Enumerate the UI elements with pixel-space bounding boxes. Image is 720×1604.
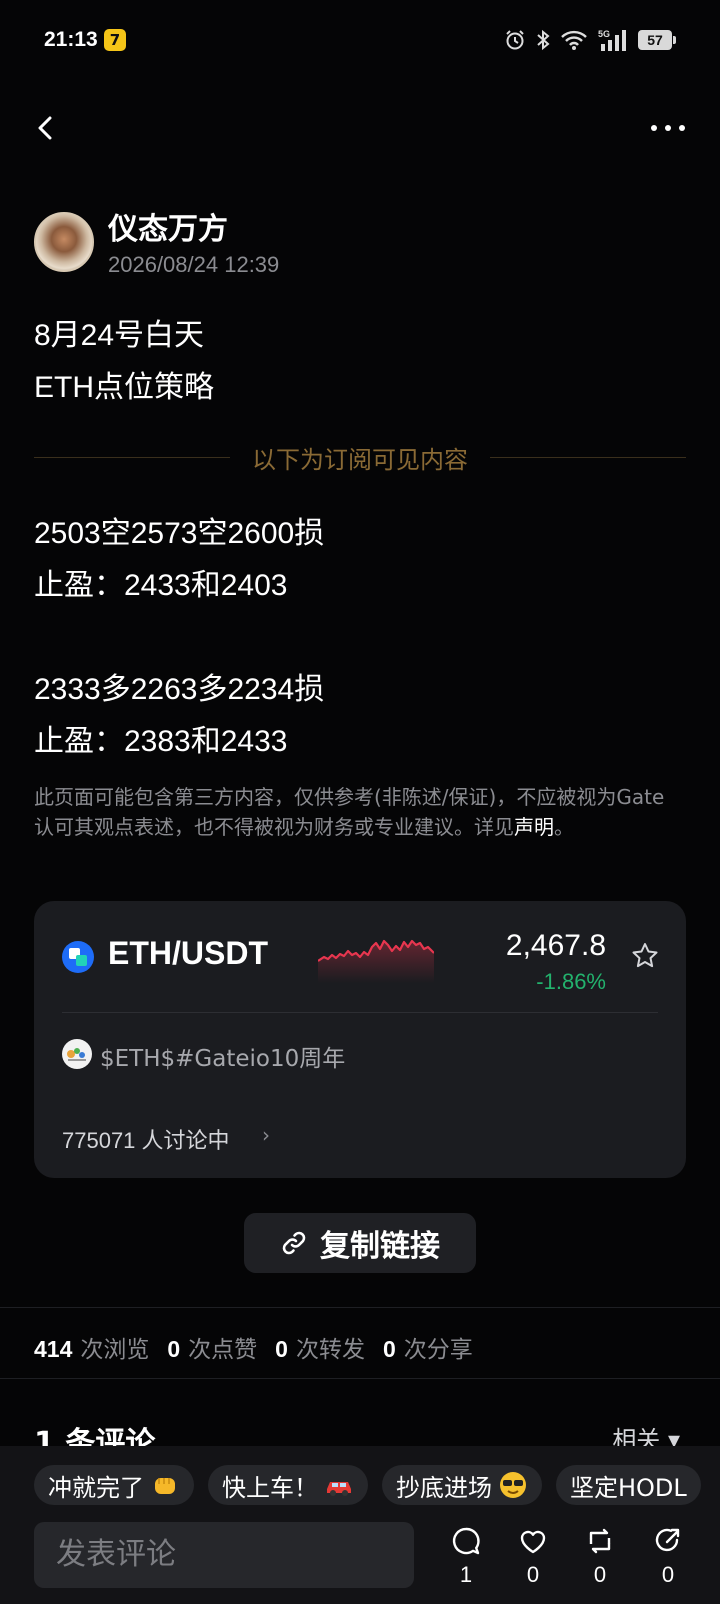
repost-count-action: 0: [593, 1562, 607, 1587]
like-count: 0: [167, 1336, 181, 1362]
quick-reply-chips: 冲就完了 快上车！ 抄底进场 坚定HODL: [34, 1465, 701, 1505]
like-action[interactable]: 0: [513, 1526, 553, 1588]
trading-pair[interactable]: ETH/USDT: [108, 935, 268, 972]
repost-action[interactable]: 0: [580, 1526, 620, 1588]
divider-line: [34, 456, 230, 458]
share-action[interactable]: 0: [648, 1526, 688, 1588]
disclaimer-end: 。: [554, 815, 574, 839]
share-label: 次分享: [403, 1336, 473, 1362]
post-title: 8月24号白天 ETH点位策略: [34, 310, 214, 414]
more-options-button[interactable]: [648, 108, 688, 148]
market-card[interactable]: ETH/USDT 2,467.8 -1.86% $ETH$#Gateio10周年…: [34, 901, 686, 1178]
discussion-count[interactable]: 775071 人讨论中: [62, 1123, 230, 1155]
status-bar: 21:13 7 5G 57: [0, 0, 720, 80]
comment-bubble-icon: [452, 1527, 480, 1555]
section-separator: [0, 1378, 720, 1379]
quick-reply-chip[interactable]: 坚定HODL: [556, 1465, 701, 1505]
wifi-icon: [561, 30, 587, 50]
disclaimer: 此页面可能包含第三方内容，仅供参考(非陈述/保证)，不应被视为Gate认可其观点…: [34, 782, 684, 842]
author-name[interactable]: 仪态万方: [108, 204, 228, 248]
pair-change: -1.86%: [536, 969, 606, 994]
like-label: 次点赞: [188, 1336, 258, 1362]
gate-coin-icon: [62, 941, 94, 973]
chevron-left-icon: [38, 116, 52, 140]
status-time: 21:13: [44, 28, 98, 51]
post-title-line: ETH点位策略: [34, 371, 214, 404]
disclaimer-link[interactable]: 声明: [514, 815, 554, 839]
alarm-icon: [506, 30, 524, 50]
like-count-action: 0: [526, 1562, 540, 1587]
link-icon: [282, 1231, 306, 1255]
post-content-line: 2503空2573空2600损: [34, 517, 325, 550]
post-content-block-1: 2503空2573空2600损 止盈：2433和2403: [34, 508, 324, 612]
more-dots-icon: [651, 125, 685, 131]
svg-text:5G: 5G: [598, 29, 610, 39]
quick-reply-text: 抄底进场: [396, 1473, 492, 1502]
copy-link-label: 复制链接: [320, 1229, 440, 1264]
sunglasses-emoji-icon: [500, 1472, 526, 1498]
divider-line: [490, 456, 686, 458]
repost-count: 0: [275, 1336, 288, 1362]
post-stats: 414 次浏览 0 次点赞 0 次转发 0 次分享: [34, 1330, 473, 1364]
quick-reply-text: 快上车！: [222, 1473, 318, 1502]
share-count-action: 0: [661, 1562, 675, 1587]
subscriber-divider-label: 以下为订阅可见内容: [252, 445, 468, 474]
bluetooth-icon: [537, 29, 550, 51]
repost-label: 次转发: [295, 1336, 365, 1362]
comment-input[interactable]: 发表评论: [34, 1522, 414, 1588]
share-count: 0: [382, 1336, 396, 1362]
pair-price: 2,467.8: [505, 929, 606, 962]
repost-icon: [589, 1528, 611, 1554]
app-notification-icon: 7: [104, 29, 126, 51]
price-sparkline: [318, 939, 434, 983]
share-icon: [655, 1528, 680, 1552]
favorite-star-icon[interactable]: [630, 941, 660, 971]
chevron-right-icon: ›: [262, 1123, 270, 1147]
view-label: 次浏览: [80, 1336, 150, 1362]
comment-action[interactable]: 1: [446, 1526, 486, 1588]
post-content-line: 止盈：2433和2403: [34, 569, 288, 602]
comment-count: 1: [459, 1562, 473, 1587]
car-emoji-icon: [327, 1482, 351, 1496]
post-content-line: 2333多2263多2234损: [34, 673, 325, 706]
quick-reply-chip[interactable]: 冲就完了: [34, 1465, 194, 1505]
quick-reply-chip[interactable]: 抄底进场: [382, 1465, 542, 1505]
quick-reply-text: 冲就完了: [48, 1473, 144, 1502]
battery-indicator: 57: [638, 30, 676, 50]
status-icons: 5G 57: [504, 26, 676, 54]
section-separator: [0, 1307, 720, 1308]
post-datetime: 2026/08/24 12:39: [108, 252, 280, 277]
quick-reply-text: 坚定HODL: [570, 1473, 687, 1502]
author-avatar[interactable]: [34, 212, 94, 272]
card-divider: [62, 1012, 658, 1013]
post-content-block-2: 2333多2263多2234损 止盈：2383和2433: [34, 664, 324, 768]
fist-emoji-icon: [155, 1478, 175, 1494]
topic-logo-icon: [62, 1039, 92, 1069]
back-button[interactable]: [28, 108, 68, 148]
quick-reply-chip[interactable]: 快上车！: [208, 1465, 368, 1505]
view-count: 414: [34, 1336, 73, 1362]
heart-icon: [520, 1530, 546, 1554]
post-content-line: 止盈：2383和2433: [34, 725, 288, 758]
topic-tag[interactable]: $ETH$#Gateio10周年: [100, 1039, 345, 1073]
cellular-5g-icon: 5G: [598, 29, 626, 51]
subscriber-divider: 以下为订阅可见内容: [34, 440, 686, 474]
copy-link-button[interactable]: 复制链接: [244, 1213, 476, 1273]
post-title-line: 8月24号白天: [34, 319, 205, 352]
